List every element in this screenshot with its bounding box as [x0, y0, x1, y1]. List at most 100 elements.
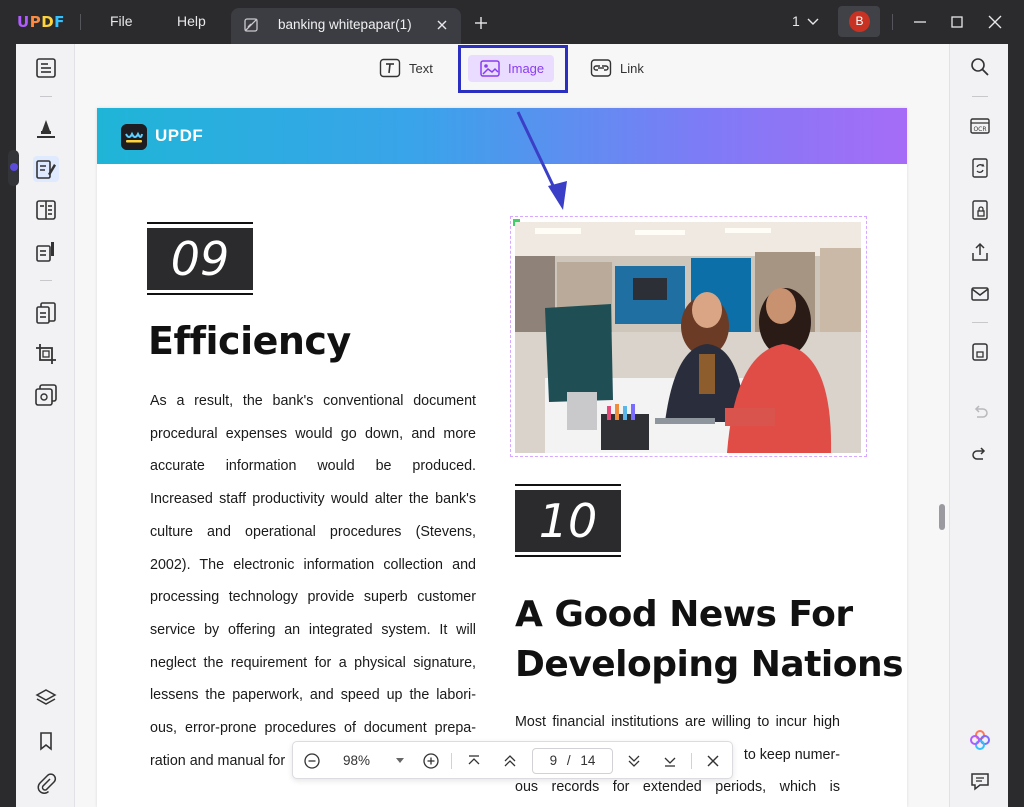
page-number-input[interactable]: 9 / 14	[532, 748, 613, 774]
text-tool-icon	[379, 58, 401, 78]
toolbar-separator	[972, 96, 988, 97]
number-rule-top	[515, 484, 621, 486]
chevron-down-icon[interactable]	[806, 15, 820, 29]
menu-file[interactable]: File	[110, 13, 133, 29]
section-number-text: 10	[515, 490, 621, 552]
redo-icon[interactable]	[969, 443, 991, 465]
new-tab-icon[interactable]	[472, 14, 490, 32]
number-rule-bottom	[515, 555, 621, 557]
zoom-out-icon[interactable]	[303, 752, 321, 770]
undo-icon	[974, 405, 988, 418]
title-line: A Good News For	[515, 594, 853, 635]
right-toolbar: OCR	[949, 44, 1008, 807]
maximize-icon[interactable]	[947, 12, 967, 32]
comment-highlighter-icon[interactable]	[33, 115, 59, 141]
vertical-scrollbar-thumb[interactable]	[939, 504, 945, 530]
number-rule-bottom	[147, 293, 253, 295]
comment-icon[interactable]	[969, 770, 991, 792]
page-header-banner: UPDF	[97, 108, 907, 164]
section-title-good-news: A Good News For Developing Nations	[515, 590, 904, 690]
title-line: Developing Nations	[515, 644, 904, 685]
close-tab-icon[interactable]	[433, 16, 451, 34]
updf-logo: UPDF	[17, 13, 65, 31]
protect-pdf-icon[interactable]	[969, 199, 991, 221]
paragraph-line: procedural expenses would go down, and m…	[150, 425, 476, 442]
save-icon[interactable]	[969, 341, 991, 363]
close-toolbar-icon[interactable]	[704, 752, 722, 770]
next-page-icon[interactable]	[625, 752, 643, 770]
title-separator	[892, 14, 893, 30]
total-pages: 14	[580, 753, 596, 768]
section-body-left: As a result, the bank's conventional doc…	[150, 385, 476, 777]
zoom-level[interactable]: 98%	[343, 753, 370, 768]
edit-pdf-icon[interactable]	[33, 156, 59, 182]
tutorial-arrow-icon	[516, 111, 567, 210]
previous-page-icon[interactable]	[501, 752, 519, 770]
paragraph-line: 2002). The electronic information collec…	[150, 556, 476, 573]
paragraph-line: lessens the paperwork, and speed up the …	[150, 687, 476, 704]
title-bar: UPDF File Help banking whitepapar(1) 1 B	[0, 0, 1024, 44]
section-title-efficiency: Efficiency	[148, 319, 351, 363]
paragraph-line: neglect the requirement for a physical s…	[150, 654, 476, 671]
bookmark-icon[interactable]	[33, 728, 59, 754]
ocr-icon[interactable]: OCR	[969, 115, 991, 137]
left-toolbar	[16, 44, 75, 807]
paragraph-line: Most financial institutions are willing …	[515, 714, 840, 730]
reader-icon[interactable]	[33, 55, 59, 81]
image-mode-highlight-box	[458, 45, 568, 93]
paragraph-line: service by offering an integrated system…	[150, 621, 476, 638]
toolbar-separator	[972, 322, 988, 323]
svg-text:OCR: OCR	[973, 126, 986, 133]
zoom-dropdown-icon[interactable]	[396, 757, 404, 765]
toolbar-separator	[40, 280, 52, 281]
link-mode-label: Link	[620, 60, 644, 76]
close-window-icon[interactable]	[985, 12, 1005, 32]
page-navigation-bar: 98% 9 / 14	[292, 741, 733, 779]
paragraph-line: ous, error-prone procedures of document …	[150, 720, 476, 737]
paragraph-line: As a result, the bank's conventional doc…	[150, 393, 476, 409]
avatar: B	[849, 11, 870, 32]
toolbar-separator	[691, 753, 692, 769]
zoom-in-icon[interactable]	[422, 752, 440, 770]
minimize-icon[interactable]	[910, 12, 930, 32]
text-mode-label: Text	[409, 60, 433, 76]
first-page-icon[interactable]	[465, 752, 483, 770]
link-mode-button[interactable]: Link	[590, 57, 644, 79]
paragraph-line: Increased staff productivity would alter…	[150, 491, 476, 508]
panel-indicator-dot	[10, 163, 18, 171]
ai-assistant-icon[interactable]	[969, 729, 991, 751]
pdf-page: UPDF 09 Efficiency As a result, the bank…	[97, 108, 907, 807]
page-separator: /	[566, 753, 571, 768]
convert-pdf-icon[interactable]	[969, 157, 991, 179]
page-header-brand: UPDF	[155, 126, 204, 145]
crop-icon[interactable]	[33, 341, 59, 367]
toolbar-separator	[40, 96, 52, 97]
fill-sign-icon[interactable]	[33, 239, 59, 265]
account-button[interactable]: B	[838, 6, 880, 37]
attachment-icon[interactable]	[33, 770, 59, 796]
text-mode-button[interactable]: Text	[379, 57, 433, 79]
title-separator	[80, 14, 81, 30]
window-page-indicator[interactable]: 1	[792, 13, 800, 29]
paragraph-line: processing technology provide superb cus…	[150, 589, 476, 606]
layers-icon[interactable]	[33, 685, 59, 711]
section-number-text: 09	[147, 228, 253, 290]
edit-off-icon	[244, 18, 258, 32]
form-icon[interactable]	[33, 197, 59, 223]
office-meeting-photo[interactable]	[515, 222, 861, 453]
page-tools-icon[interactable]	[33, 382, 59, 408]
email-icon[interactable]	[969, 283, 991, 305]
toolbar-separator	[451, 753, 452, 769]
menu-help[interactable]: Help	[177, 13, 206, 29]
search-icon[interactable]	[969, 56, 991, 78]
section-number-10: 10	[515, 484, 621, 558]
number-rule-top	[147, 222, 253, 224]
document-tab[interactable]: banking whitepapar(1)	[231, 8, 461, 44]
section-number-09: 09	[147, 222, 253, 296]
last-page-icon[interactable]	[661, 752, 679, 770]
share-icon[interactable]	[969, 241, 991, 263]
current-page: 9	[549, 753, 558, 768]
tab-title: banking whitepapar(1)	[278, 17, 412, 32]
updf-logo-mark	[121, 124, 147, 150]
organize-pages-icon[interactable]	[33, 300, 59, 326]
